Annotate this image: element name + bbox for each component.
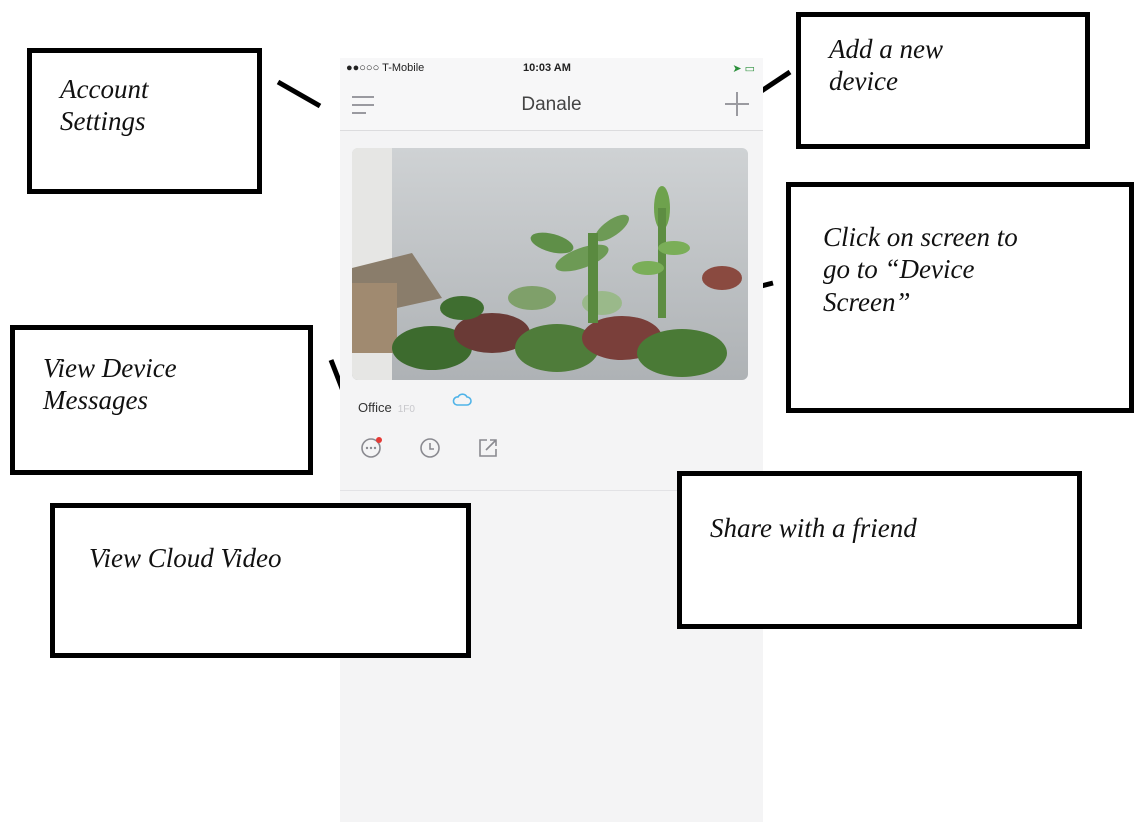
callout-account-settings-text: Account Settings <box>60 74 149 137</box>
camera-preview[interactable] <box>352 148 748 380</box>
leader-account-settings <box>276 79 322 109</box>
callout-account-settings: Account Settings <box>27 48 262 194</box>
status-time: 10:03 AM <box>523 62 571 74</box>
device-version: 1F0 <box>397 404 415 415</box>
callout-device-messages-text: View Device Messages <box>43 353 177 416</box>
cloud-icon <box>452 393 472 406</box>
nav-bar: Danale <box>340 80 763 131</box>
status-bar: ●●○○○ T-Mobile 10:03 AM ➤ ▭ <box>340 58 763 80</box>
device-name: Office <box>358 400 392 415</box>
callout-device-screen: Click on screen to go to “Device Screen” <box>786 182 1134 413</box>
carrier-label: ●●○○○ T-Mobile <box>346 62 425 74</box>
phone-screen: ●●○○○ T-Mobile 10:03 AM ➤ ▭ Danale Offic… <box>340 58 763 822</box>
callout-cloud-video: View Cloud Video <box>50 503 471 658</box>
callout-add-device-text: Add a new device <box>829 34 943 97</box>
page-title: Danale <box>521 94 582 115</box>
callout-device-messages: View Device Messages <box>10 325 313 475</box>
callout-device-screen-text: Click on screen to go to “Device Screen” <box>823 222 1018 317</box>
device-info: Office 1F0 <box>358 400 415 420</box>
camera-snapshot-image <box>352 148 748 380</box>
add-device-button[interactable] <box>725 92 749 116</box>
clock-icon[interactable] <box>418 436 442 460</box>
callout-add-device: Add a new device <box>796 12 1090 149</box>
callout-share-text: Share with a friend <box>710 513 917 543</box>
callout-share: Share with a friend <box>677 471 1082 629</box>
callout-cloud-video-text: View Cloud Video <box>89 543 282 573</box>
message-icon[interactable] <box>360 436 384 460</box>
share-icon[interactable] <box>476 436 500 460</box>
battery-icon: ➤ ▭ <box>732 63 755 75</box>
